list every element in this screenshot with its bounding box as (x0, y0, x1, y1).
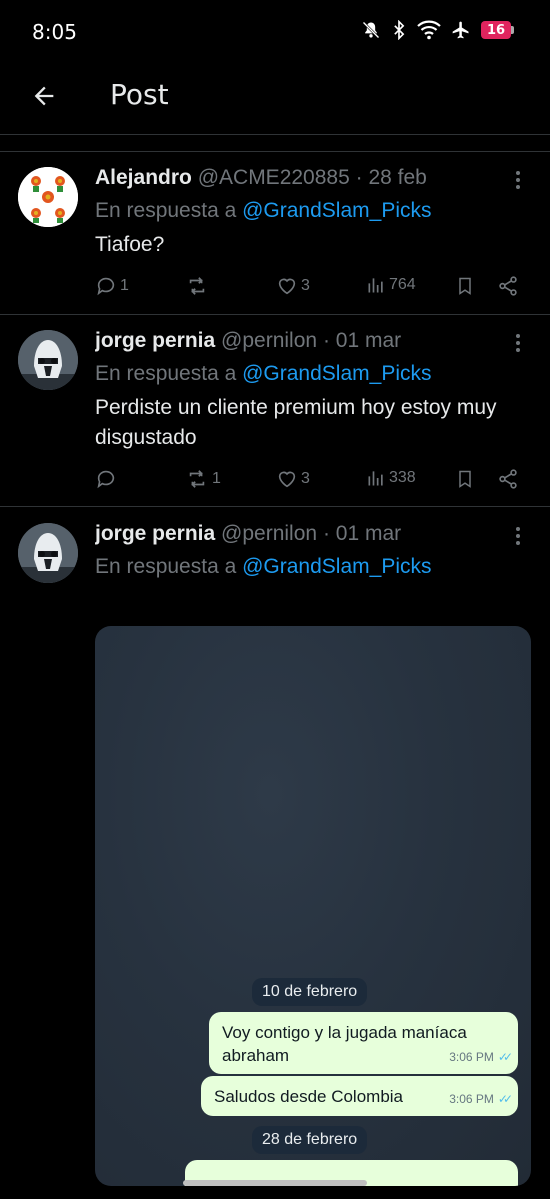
reply-prefix: En respuesta a (95, 362, 237, 385)
bluetooth-icon (391, 20, 407, 40)
view-count: 338 (389, 469, 416, 486)
views-button[interactable]: 764 (366, 275, 416, 295)
avatar[interactable] (18, 330, 78, 390)
post-text: Tiafoe? (95, 233, 165, 256)
post-actions: 1 3 764 (95, 275, 530, 301)
chat-message-text: Saludos desde Colombia (214, 1087, 404, 1106)
notifications-off-icon (361, 20, 381, 40)
post-header: jorge pernia @pernilon · 01 mar (95, 329, 510, 353)
chat-message-meta: 3:06 PM ✓✓ (449, 1046, 513, 1069)
views-button[interactable]: 338 (366, 468, 416, 488)
reply-mention-link[interactable]: @GrandSlam_Picks (242, 362, 431, 385)
post-date[interactable]: 01 mar (336, 522, 401, 545)
more-options-button[interactable] (508, 329, 528, 357)
analytics-icon (368, 471, 383, 486)
heart-icon (278, 471, 296, 488)
author-handle[interactable]: @pernilon (221, 522, 317, 545)
reply-post[interactable]: jorge pernia @pernilon · 01 mar En respu… (0, 315, 550, 507)
reply-context: En respuesta a @GrandSlam_Picks (95, 199, 432, 223)
author-name[interactable]: jorge pernia (95, 522, 215, 545)
reply-icon (97, 470, 115, 489)
author-name[interactable]: Alejandro (95, 166, 192, 189)
double-check-icon: ✓✓ (497, 1092, 513, 1106)
more-vertical-icon (516, 334, 520, 352)
battery-icon: 16 (481, 21, 514, 39)
avatar[interactable] (18, 167, 78, 227)
share-icon (499, 469, 517, 489)
bookmark-button[interactable] (455, 275, 475, 297)
reply-post[interactable]: Alejandro @ACME220885 · 28 feb En respue… (0, 152, 550, 315)
wifi-icon (417, 20, 441, 40)
author-handle[interactable]: @pernilon (221, 329, 317, 352)
share-button[interactable] (497, 275, 519, 297)
repost-button[interactable] (185, 275, 212, 297)
battery-level: 16 (481, 21, 511, 39)
avatar[interactable] (18, 523, 78, 583)
bookmark-button[interactable] (455, 468, 475, 490)
reply-button[interactable] (95, 468, 120, 490)
bookmark-icon (459, 277, 471, 295)
heart-icon (278, 278, 296, 295)
share-button[interactable] (497, 468, 519, 490)
like-button[interactable]: 3 (276, 275, 310, 297)
arrow-left-icon (34, 86, 54, 106)
like-count: 3 (301, 277, 310, 294)
post-image[interactable]: 10 de febrero Voy contigo y la jugada ma… (95, 626, 531, 1186)
reply-count: 1 (120, 277, 129, 294)
reply-button[interactable]: 1 (95, 275, 129, 297)
post-header: Alejandro @ACME220885 · 28 feb (95, 166, 510, 190)
bookmark-icon (459, 470, 471, 488)
header: Post (0, 62, 550, 134)
reply-mention-link[interactable]: @GrandSlam_Picks (242, 555, 431, 578)
status-time: 8:05 (32, 20, 77, 44)
author-name[interactable]: jorge pernia (95, 329, 215, 352)
repost-count: 1 (212, 470, 221, 487)
chat-date-chip: 28 de febrero (252, 1126, 368, 1154)
chat-message-bubble: Saludos desde Colombia 3:06 PM ✓✓ (201, 1076, 518, 1116)
home-indicator[interactable] (183, 1180, 367, 1186)
more-vertical-icon (516, 171, 520, 189)
post-header: jorge pernia @pernilon · 01 mar (95, 522, 510, 546)
chat-message-bubble: Voy contigo y la jugada maníaca abraham … (209, 1012, 518, 1074)
more-options-button[interactable] (508, 166, 528, 194)
back-button[interactable] (22, 74, 66, 118)
post-date[interactable]: 28 feb (368, 166, 426, 189)
share-icon (499, 276, 517, 296)
airplane-icon (451, 20, 471, 40)
reply-context: En respuesta a @GrandSlam_Picks (95, 362, 432, 386)
post-actions: 1 3 338 (95, 468, 530, 494)
analytics-icon (368, 278, 383, 293)
dot-separator: · (355, 166, 363, 189)
double-check-icon: ✓✓ (497, 1050, 513, 1064)
view-count: 764 (389, 276, 416, 293)
repost-icon (189, 470, 205, 488)
dot-separator: · (322, 522, 330, 545)
reply-icon (97, 277, 115, 296)
status-icons: 16 (361, 20, 514, 40)
chat-message-text: Voy contigo y la jugada maníaca abraham (222, 1023, 467, 1065)
divider (0, 134, 550, 135)
like-count: 3 (301, 470, 310, 487)
post-date[interactable]: 01 mar (336, 329, 401, 352)
like-button[interactable]: 3 (276, 468, 310, 490)
status-bar: 8:05 16 (0, 0, 550, 62)
chat-date-chip: 10 de febrero (252, 978, 368, 1006)
author-handle[interactable]: @ACME220885 (198, 166, 350, 189)
more-options-button[interactable] (508, 522, 528, 550)
reply-prefix: En respuesta a (95, 555, 237, 578)
more-vertical-icon (516, 527, 520, 545)
reply-prefix: En respuesta a (95, 199, 237, 222)
dot-separator: · (322, 329, 330, 352)
chat-message-time: 3:06 PM (449, 1050, 494, 1064)
chat-message-time: 3:06 PM (449, 1092, 494, 1106)
reply-mention-link[interactable]: @GrandSlam_Picks (242, 199, 431, 222)
repost-icon (189, 277, 205, 295)
chat-message-meta: 3:06 PM ✓✓ (449, 1088, 513, 1111)
repost-button[interactable]: 1 (185, 468, 221, 490)
page-title: Post (110, 78, 169, 111)
post-text: Perdiste un cliente premium hoy estoy mu… (95, 396, 497, 449)
reply-context: En respuesta a @GrandSlam_Picks (95, 555, 432, 579)
